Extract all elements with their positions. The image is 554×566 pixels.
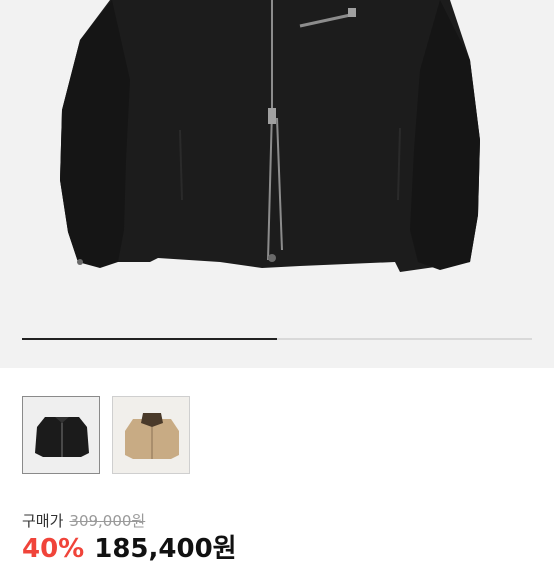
thumbnail-black[interactable] — [22, 396, 100, 474]
gallery-progress-fill — [22, 338, 277, 340]
discount-rate: 40% — [22, 534, 85, 564]
product-image-gallery[interactable] — [0, 0, 554, 368]
thumbnail-beige[interactable] — [112, 396, 190, 474]
price-label-row: 구매가 309,000원 — [22, 509, 145, 531]
black-jacket-thumbnail-image — [23, 397, 99, 473]
sale-price-row: 40% 185,400원 — [22, 532, 237, 566]
price-label: 구매가 — [22, 511, 64, 530]
sale-price: 185,400원 — [94, 534, 237, 564]
jacket-image — [60, 0, 480, 272]
beige-jacket-thumbnail-image — [113, 397, 189, 473]
original-price: 309,000원 — [69, 511, 146, 530]
gallery-progress-bar — [22, 338, 532, 340]
